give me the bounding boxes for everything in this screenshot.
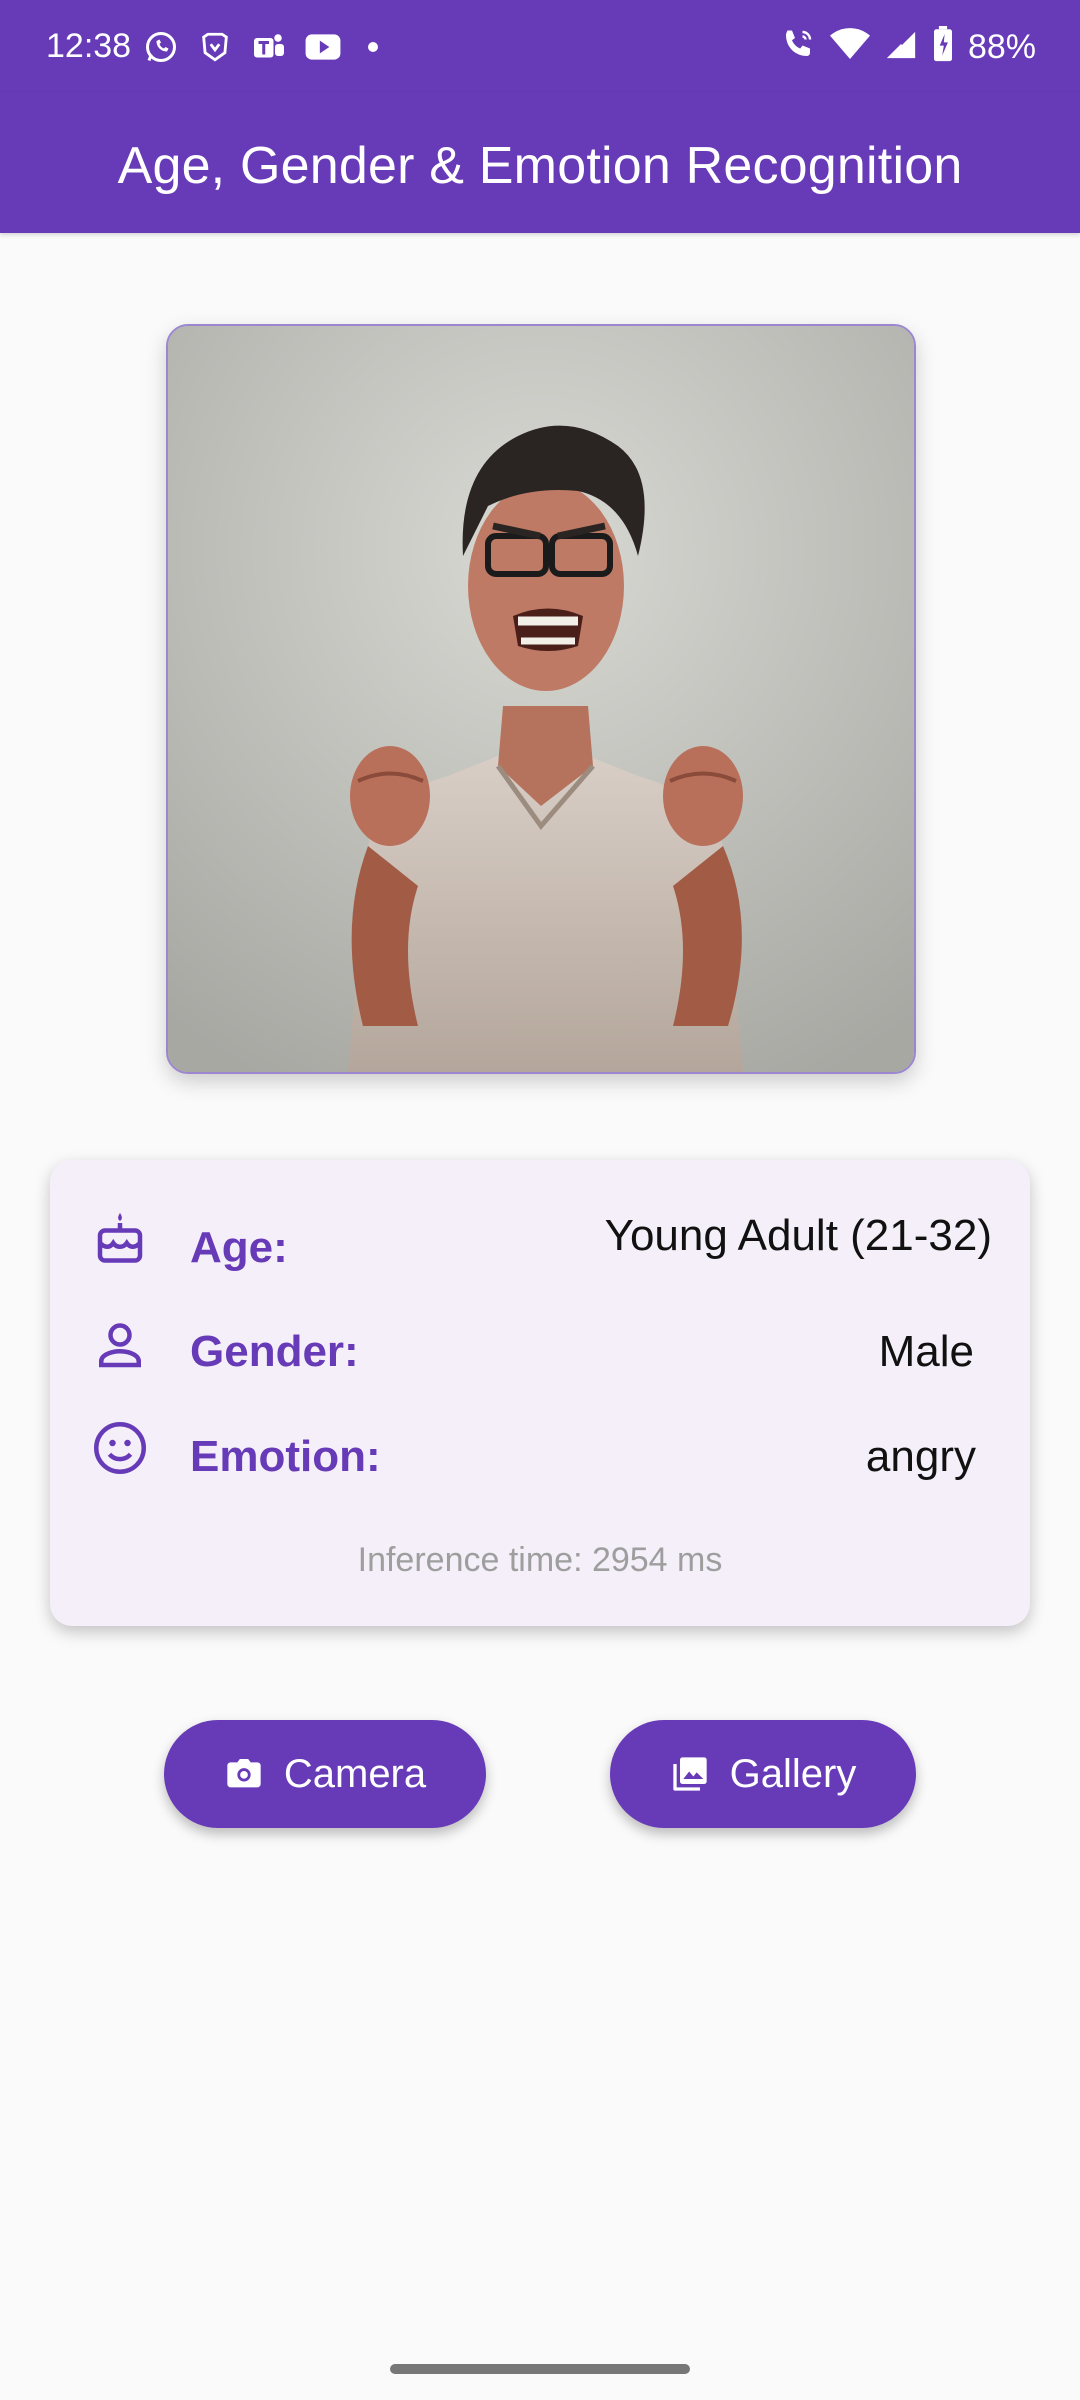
camera-button-label: Camera xyxy=(283,1752,427,1796)
wifi-icon xyxy=(829,27,870,66)
gallery-button[interactable]: Gallery xyxy=(610,1720,916,1828)
gallery-icon xyxy=(670,1754,710,1794)
app-title: Age, Gender & Emotion Recognition xyxy=(117,137,963,195)
gender-label: Gender: xyxy=(190,1327,359,1376)
youtube-icon xyxy=(304,28,342,66)
age-label: Age: xyxy=(190,1223,288,1272)
signal-icon xyxy=(884,27,918,66)
notification-icons xyxy=(142,28,378,66)
person-icon xyxy=(90,1315,150,1375)
app-bar: Age, Gender & Emotion Recognition xyxy=(0,92,1080,233)
gender-value: Male xyxy=(878,1327,974,1376)
smiley-icon xyxy=(90,1418,150,1478)
cake-icon xyxy=(90,1208,150,1268)
results-card: Age: Young Adult (21-32) Gender: Male Em… xyxy=(50,1160,1030,1626)
brave-icon xyxy=(196,28,234,66)
battery-icon xyxy=(932,26,954,67)
selected-photo[interactable] xyxy=(166,324,916,1074)
system-icons: 88% xyxy=(780,26,1036,67)
whatsapp-icon xyxy=(142,28,180,66)
age-value: Young Adult (21-32) xyxy=(604,1211,992,1260)
more-notifications-dot xyxy=(368,42,378,52)
status-bar: 12:38 88% xyxy=(0,0,1080,92)
face-photo-illustration xyxy=(168,326,914,1072)
inference-time: Inference time: 2954 ms xyxy=(357,1541,723,1579)
gallery-button-label: Gallery xyxy=(729,1752,857,1796)
status-time: 12:38 xyxy=(46,27,132,65)
camera-icon xyxy=(224,1754,264,1794)
emotion-value: angry xyxy=(865,1432,976,1481)
emotion-label: Emotion: xyxy=(190,1432,381,1481)
camera-button[interactable]: Camera xyxy=(164,1720,486,1828)
battery-percent: 88% xyxy=(967,27,1036,66)
teams-icon xyxy=(250,28,288,66)
wifi-calling-icon xyxy=(780,26,816,67)
home-indicator[interactable] xyxy=(390,2364,690,2374)
